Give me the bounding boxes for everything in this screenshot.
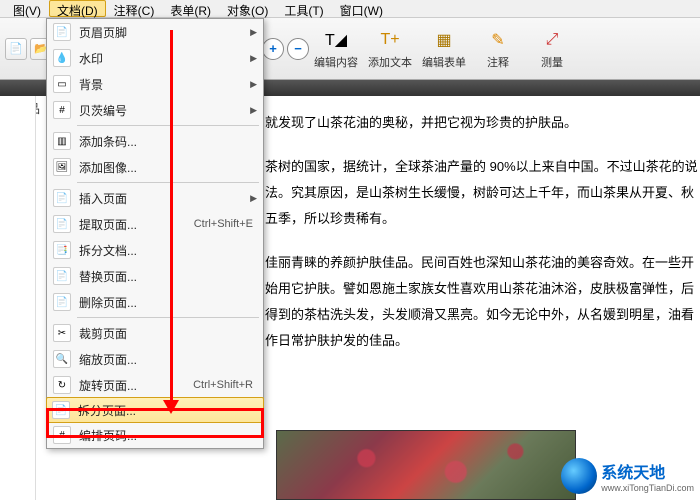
- insert-page-icon: 📄: [53, 189, 71, 207]
- submenu-arrow-icon: ▶: [250, 193, 257, 204]
- zoom-page-icon: 🔍: [53, 350, 71, 368]
- menu-item-编排页码[interactable]: # 编排页码...: [47, 422, 263, 448]
- menu-label: 替换页面...: [79, 268, 257, 285]
- menu-item-拆分页面[interactable]: 📄 拆分页面...: [46, 397, 264, 423]
- menu-item-背景[interactable]: ▭ 背景▶: [47, 71, 263, 97]
- submenu-arrow-icon: ▶: [250, 79, 257, 90]
- submenu-arrow-icon: ▶: [250, 105, 257, 116]
- paragraph: 就发现了山茶花油的奥秘，并把它视为珍贵的护肤品。: [265, 110, 700, 136]
- header-footer-icon: 📄: [53, 23, 71, 41]
- menu-object[interactable]: 对象(O): [219, 0, 276, 17]
- logo-url: www.xiTongTianDi.com: [601, 483, 694, 493]
- bates-icon: #: [53, 101, 71, 119]
- menu-label: 添加图像...: [79, 159, 257, 176]
- add-text-button[interactable]: T+ 添加文本: [365, 21, 415, 76]
- barcode-icon: ▥: [53, 132, 71, 150]
- menu-item-拆分文档[interactable]: 📑 拆分文档...: [47, 237, 263, 263]
- menu-view[interactable]: 图(V): [5, 0, 49, 17]
- menu-tools[interactable]: 工具(T): [276, 0, 331, 17]
- menu-label: 提取页面...: [79, 216, 194, 233]
- menu-comment[interactable]: 注释(C): [106, 0, 163, 17]
- zoom-in-button[interactable]: +: [262, 38, 284, 60]
- menu-separator: [77, 125, 259, 126]
- measure-button[interactable]: ⤢ 测量: [527, 21, 577, 76]
- background-icon: ▭: [53, 75, 71, 93]
- rotate-page-icon: ↻: [53, 376, 71, 394]
- paragraph: 佳丽青睐的养颜护肤佳品。民间百姓也深知山茶花油的美容奇效。在一些开始用它护肤。譬…: [265, 250, 700, 354]
- logo-globe-icon: [561, 458, 597, 494]
- new-doc-button[interactable]: 📄: [5, 38, 27, 60]
- menu-item-添加条码[interactable]: ▥ 添加条码...: [47, 128, 263, 154]
- menubar: 图(V) 文档(D) 注释(C) 表单(R) 对象(O) 工具(T) 窗口(W): [0, 0, 700, 18]
- menu-label: 水印: [79, 50, 250, 67]
- menu-label: 删除页面...: [79, 294, 257, 311]
- split-doc-icon: 📑: [53, 241, 71, 259]
- edit-form-button[interactable]: ▦ 编辑表单: [419, 21, 469, 76]
- menu-label: 插入页面: [79, 190, 250, 207]
- edit-content-icon: T◢: [324, 28, 348, 52]
- menu-item-插入页面[interactable]: 📄 插入页面▶: [47, 185, 263, 211]
- extract-page-icon: 📄: [53, 215, 71, 233]
- menu-label: 拆分文档...: [79, 242, 257, 259]
- replace-page-icon: 📄: [53, 267, 71, 285]
- left-sidebar: [0, 96, 36, 500]
- menu-document[interactable]: 文档(D): [49, 0, 106, 17]
- article-image: [276, 430, 576, 500]
- menu-label: 页眉页脚: [79, 24, 250, 41]
- menu-item-提取页面[interactable]: 📄 提取页面...Ctrl+Shift+E: [47, 211, 263, 237]
- edit-content-button[interactable]: T◢ 编辑内容: [311, 21, 361, 76]
- menu-label: 编排页码...: [79, 427, 257, 444]
- menu-label: 添加条码...: [79, 133, 257, 150]
- menu-item-替换页面[interactable]: 📄 替换页面...: [47, 263, 263, 289]
- split-page-icon: 📄: [52, 401, 70, 419]
- submenu-arrow-icon: ▶: [250, 27, 257, 38]
- menu-label: 拆分页面...: [78, 402, 258, 419]
- menu-separator: [77, 182, 259, 183]
- zoom-out-button[interactable]: −: [287, 38, 309, 60]
- menu-label: 裁剪页面: [79, 325, 257, 342]
- menu-shortcut: Ctrl+Shift+R: [193, 379, 253, 391]
- menu-item-添加图像[interactable]: 🖼 添加图像...: [47, 154, 263, 180]
- measure-icon: ⤢: [540, 28, 564, 52]
- page-number-icon: #: [53, 426, 71, 444]
- menu-shortcut: Ctrl+Shift+E: [194, 218, 253, 230]
- menu-label: 背景: [79, 76, 250, 93]
- menu-window[interactable]: 窗口(W): [332, 0, 391, 17]
- menu-label: 旋转页面...: [79, 377, 193, 394]
- menu-item-贝茨编号[interactable]: # 贝茨编号▶: [47, 97, 263, 123]
- menu-item-旋转页面[interactable]: ↻ 旋转页面...Ctrl+Shift+R: [47, 372, 263, 398]
- menu-item-裁剪页面[interactable]: ✂ 裁剪页面: [47, 320, 263, 346]
- crop-page-icon: ✂: [53, 324, 71, 342]
- annotate-icon: ✎: [486, 28, 510, 52]
- submenu-arrow-icon: ▶: [250, 53, 257, 64]
- paragraph: 茶树的国家，据统计，全球茶油产量的 90%以上来自中国。不过山茶花的说法。究其原…: [265, 154, 700, 232]
- document-content: 就发现了山茶花油的奥秘，并把它视为珍贵的护肤品。 茶树的国家，据统计，全球茶油产…: [265, 110, 700, 372]
- add-text-icon: T+: [378, 28, 402, 52]
- document-menu-dropdown: 📄页眉页脚▶💧水印▶▭背景▶#贝茨编号▶▥添加条码...🖼添加图像...📄插入页…: [46, 18, 264, 449]
- menu-item-缩放页面[interactable]: 🔍 缩放页面...: [47, 346, 263, 372]
- menu-item-水印[interactable]: 💧 水印▶: [47, 45, 263, 71]
- annotate-button[interactable]: ✎ 注释: [473, 21, 523, 76]
- menu-form[interactable]: 表单(R): [162, 0, 219, 17]
- menu-item-页眉页脚[interactable]: 📄 页眉页脚▶: [47, 19, 263, 45]
- image-icon: 🖼: [53, 158, 71, 176]
- edit-form-icon: ▦: [432, 28, 456, 52]
- menu-label: 贝茨编号: [79, 102, 250, 119]
- menu-label: 缩放页面...: [79, 351, 257, 368]
- menu-item-删除页面[interactable]: 📄 删除页面...: [47, 289, 263, 315]
- watermark-logo: 系统天地 www.xiTongTianDi.com: [561, 458, 694, 494]
- logo-brand: 系统天地: [601, 465, 665, 482]
- delete-page-icon: 📄: [53, 293, 71, 311]
- watermark-icon: 💧: [53, 49, 71, 67]
- menu-separator: [77, 317, 259, 318]
